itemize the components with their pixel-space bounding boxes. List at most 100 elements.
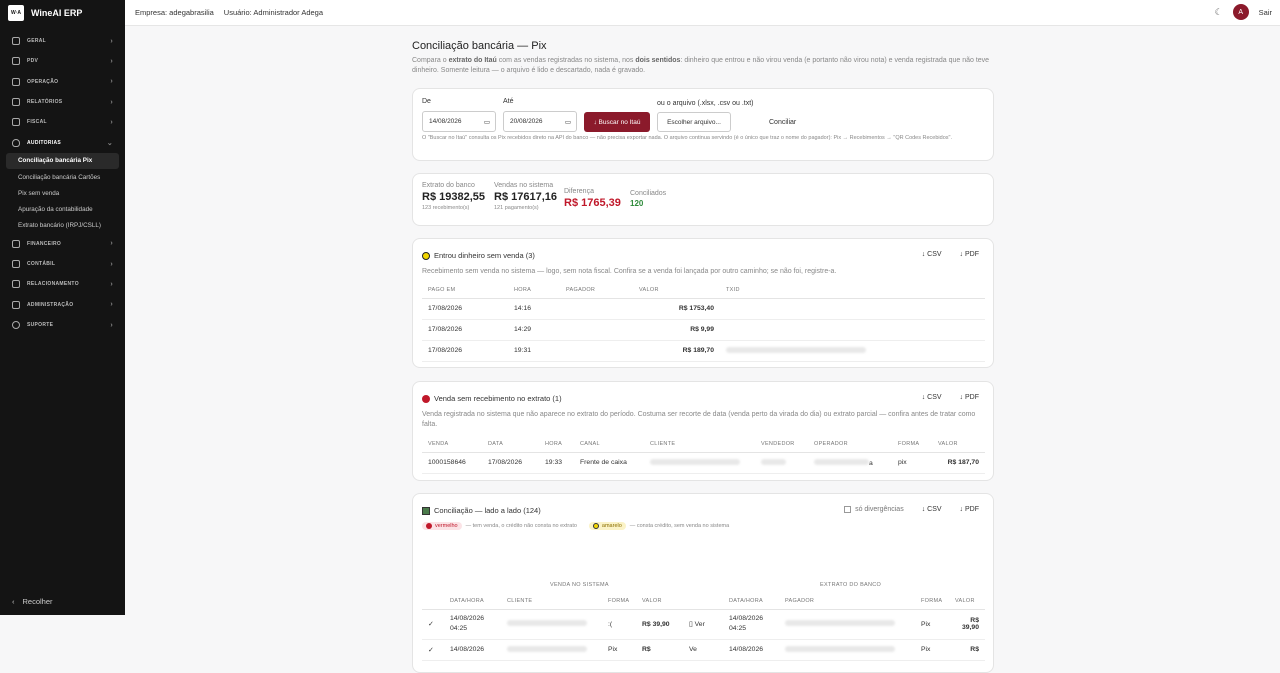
sidebar-subitem-apuracao[interactable]: Apuração da contabilidade: [0, 201, 125, 217]
stat-reconciled: Conciliados 120: [630, 190, 666, 208]
sidebar-subitem-extrato[interactable]: Extrato bancário (IRPJ/CSLL): [0, 218, 125, 234]
reconcile-button[interactable]: Conciliar: [769, 119, 796, 126]
table-row: 17/08/2026 14:16 R$ 1753,40: [422, 298, 985, 320]
stat-label: Diferença: [564, 188, 594, 195]
sidebar-item-relatorios[interactable]: RELATÓRIOS ›: [0, 92, 125, 112]
cell-client: [644, 452, 755, 474]
column-header: HORA: [508, 282, 560, 299]
sidebar-item-administracao[interactable]: ADMINISTRAÇÃO ›: [0, 295, 125, 315]
company-label: Empresa: adegabrasilia: [135, 8, 214, 17]
sidebar-item-operacao[interactable]: OPERAÇÃO ›: [0, 72, 125, 92]
sidebar-subitem-pix[interactable]: Conciliação bancária Pix: [6, 152, 119, 169]
cell-bank-datetime: 14/08/2026 04:25: [723, 609, 779, 640]
stat-label: Conciliados: [630, 190, 667, 197]
page-title: Conciliação bancária — Pix: [412, 40, 547, 52]
app-logo: W·A: [8, 5, 24, 21]
column-header: PAGADOR: [779, 593, 915, 610]
calendar-icon: ▭: [564, 118, 571, 126]
cell-seller: [755, 452, 808, 474]
stat-value: R$ 1765,39: [564, 197, 621, 209]
choose-file-button[interactable]: Escolher arquivo...: [657, 112, 731, 132]
csv-button[interactable]: ↓ CSV: [922, 506, 942, 513]
sidebar-item-suporte[interactable]: SUPORTE ›: [0, 315, 125, 335]
avatar[interactable]: A: [1232, 4, 1249, 20]
collapse-button[interactable]: ‹ Recolher: [12, 597, 53, 606]
cell-value: R$ 189,70: [633, 340, 720, 362]
legend-yellow-tag: amarelo: [588, 522, 626, 530]
redacted-client: [507, 620, 587, 626]
pdf-button[interactable]: ↓ PDF: [960, 251, 979, 258]
table-row: 17/08/2026 14:29 R$ 9,99: [422, 319, 985, 341]
view-button[interactable]: ▯ Ver: [683, 609, 723, 640]
legend-yellow-label: amarelo: [601, 523, 622, 529]
section-description: Venda registrada no sistema que não apar…: [422, 411, 976, 428]
sidebar-subitem-cartoes[interactable]: Conciliação bancária Cartões: [0, 169, 125, 185]
section-actions: ↓ CSV ↓ PDF: [922, 394, 979, 401]
cell-form: :(: [602, 609, 636, 640]
sidebar-item-contabil[interactable]: CONTÁBIL ›: [0, 254, 125, 274]
stat-bank: Extrato do banco R$ 19382,55 123 recebimen…: [422, 182, 485, 211]
stat-value: R$ 17617,16: [494, 191, 557, 203]
cell-value: R$: [949, 639, 985, 661]
sidebar-item-auditorias[interactable]: AUDITORIAS ⌄: [0, 132, 125, 152]
cell-datetime: 14/08/2026 04:25: [444, 609, 501, 640]
app-title: WineAI ERP: [31, 8, 83, 18]
cell-date: 17/08/2026: [422, 340, 508, 362]
column-header: VENDEDOR: [755, 436, 808, 453]
sidebar-item-label: SUPORTE: [27, 322, 54, 329]
filters-hint: O "Buscar no Itaú" consulta os Pix receb…: [422, 135, 952, 141]
sidebar-nav: GERAL › PDV › OPERAÇÃO › RELATÓRIOS › FISCAL…: [0, 31, 125, 335]
column-header: FORMA: [602, 593, 636, 610]
table-row: ✓ 14/08/2026 Pix R$ Ve 14/08/2026 Pix R$: [422, 639, 985, 661]
section-title-text: Conciliação — lado a lado (124): [434, 506, 541, 515]
sidebar-item-label: OPERAÇÃO: [27, 78, 59, 85]
sidebar-item-relacionamento[interactable]: RELACIONAMENTO ›: [0, 274, 125, 294]
sidebar-item-label: RELATÓRIOS: [27, 99, 63, 106]
from-date-input[interactable]: 14/08/2026 ▭: [422, 111, 496, 132]
column-header: FORMA: [892, 436, 932, 453]
dollar-icon: [12, 239, 20, 248]
stat-label: Vendas no sistema: [494, 182, 554, 189]
divergences-toggle[interactable]: só divergências: [844, 506, 904, 513]
csv-button[interactable]: ↓ CSV: [922, 251, 942, 258]
chevron-right-icon: ›: [110, 37, 113, 45]
column-header: PAGO EM: [422, 282, 508, 299]
view-label: Ver: [694, 621, 705, 628]
shield-icon: [12, 300, 20, 309]
section-title: Entrou dinheiro sem venda (3): [422, 251, 535, 260]
intro-bold: extrato do Itaú: [448, 57, 497, 64]
intro-text: com as vendas registradas no sistema, no…: [496, 57, 636, 64]
sidebar-subitem-pix-sem-venda[interactable]: Pix sem venda: [0, 185, 125, 201]
sidebar-item-pdv[interactable]: PDV ›: [0, 51, 125, 71]
cell-payer: [560, 298, 633, 320]
cell-date: 14/08/2026: [729, 615, 764, 622]
group-left-header: VENDA NO SISTEMA: [550, 582, 609, 588]
csv-button[interactable]: ↓ CSV: [922, 394, 942, 401]
from-date-value: 14/08/2026: [429, 118, 462, 125]
pdf-button[interactable]: ↓ PDF: [960, 506, 979, 513]
section-money-without-sale: Entrou dinheiro sem venda (3) ↓ CSV ↓ PDF…: [412, 238, 994, 368]
receipt-icon: [12, 118, 20, 127]
section-title: Venda sem recebimento no extrato (1): [422, 394, 562, 403]
intro-bold: dois sentidos: [635, 57, 681, 64]
to-date-input[interactable]: 20/08/2026 ▭: [503, 111, 577, 132]
check-icon: ✓: [422, 609, 444, 640]
filters-card: De 14/08/2026 ▭ Até 20/08/2026 ▭ ↓ Buscar …: [412, 88, 994, 161]
cell-operator: a: [808, 452, 892, 474]
cell-payer: [560, 340, 633, 362]
logout-link[interactable]: Sair: [1259, 8, 1272, 17]
sidebar-item-geral[interactable]: GERAL ›: [0, 31, 125, 51]
to-label: Até: [503, 98, 514, 105]
sidebar-item-label: ADMINISTRAÇÃO: [27, 301, 74, 308]
user-label: Usuário: Administrador Adega: [223, 8, 324, 17]
pdf-button[interactable]: ↓ PDF: [960, 394, 979, 401]
cell-time: 14:16: [508, 298, 560, 320]
stat-value: 120: [630, 199, 644, 208]
search-itau-button[interactable]: ↓ Buscar no Itaú: [584, 112, 650, 132]
view-button[interactable]: Ve: [683, 639, 723, 661]
moon-icon[interactable]: ☾: [1215, 7, 1223, 18]
sidebar-item-financeiro[interactable]: FINANCEIRO ›: [0, 234, 125, 254]
legend-red-tag: vermelho: [422, 522, 462, 530]
checkbox[interactable]: [844, 506, 852, 513]
sidebar-item-fiscal[interactable]: FISCAL ›: [0, 112, 125, 132]
